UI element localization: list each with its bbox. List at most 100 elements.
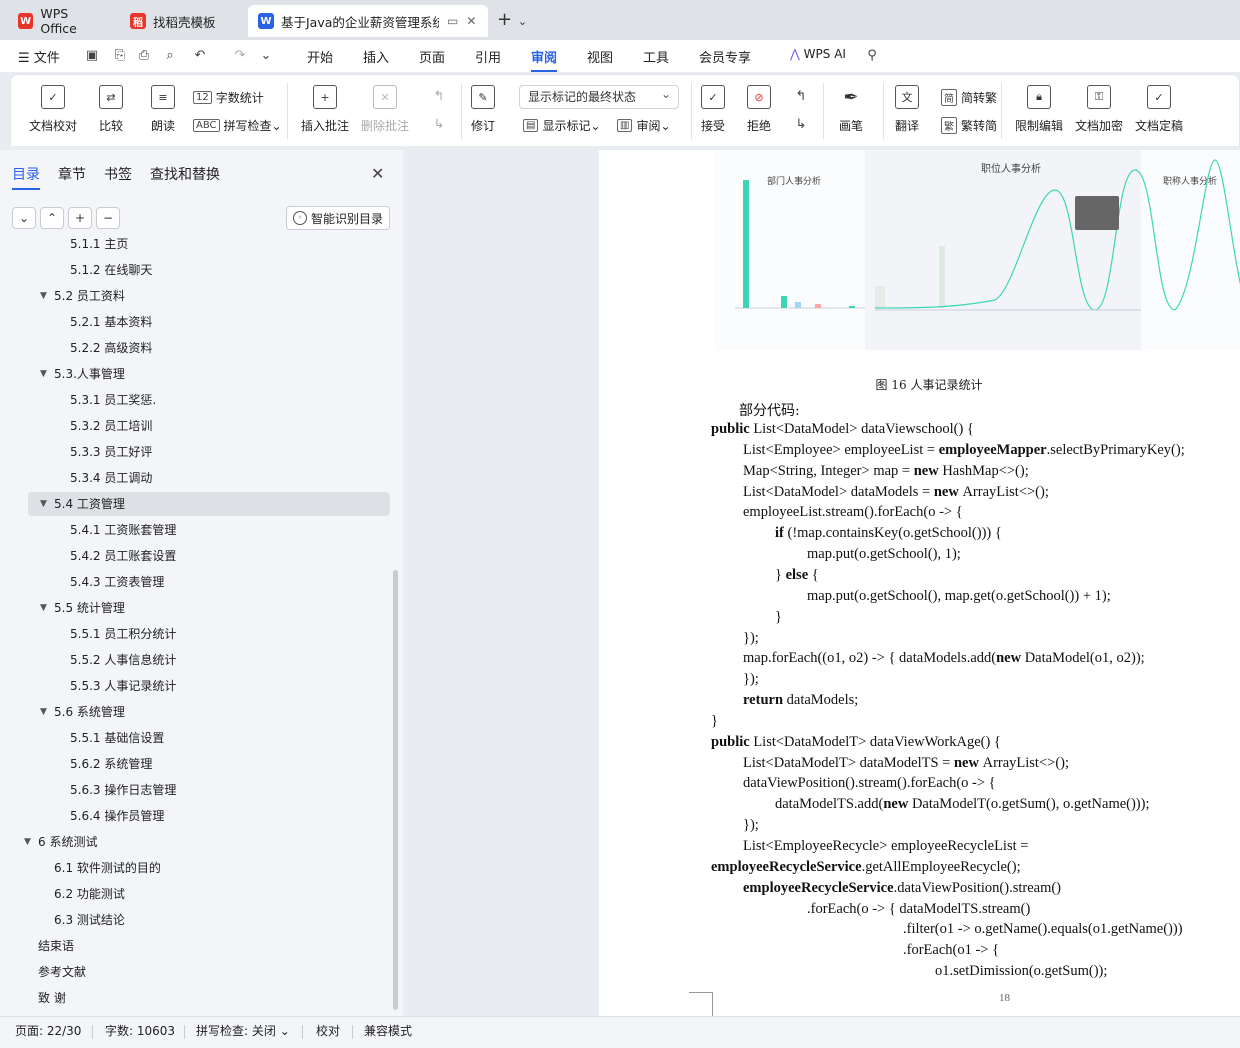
- to-simplified-button[interactable]: 繁繁转简: [941, 117, 997, 134]
- menu-references[interactable]: 引用: [475, 47, 501, 66]
- tab-find-replace[interactable]: 查找和替换: [150, 164, 220, 190]
- menu-member[interactable]: 会员专享: [699, 47, 751, 66]
- menu-view[interactable]: 视图: [587, 47, 613, 66]
- toc-item[interactable]: 5.3.2 员工培训: [0, 414, 390, 438]
- collapse-up-icon[interactable]: ⌃: [40, 207, 64, 229]
- menu-page[interactable]: 页面: [419, 47, 445, 66]
- toc-item[interactable]: 5.2.1 基本资料: [0, 310, 390, 334]
- compare-button[interactable]: ⇄ 比较: [99, 85, 123, 134]
- tab-toc[interactable]: 目录: [12, 164, 40, 190]
- print-icon[interactable]: ⎙: [136, 48, 152, 64]
- toc-item[interactable]: 5.3.4 员工调动: [0, 466, 390, 490]
- next-comment-icon[interactable]: ↳: [431, 117, 447, 133]
- menu-review[interactable]: 审阅: [531, 47, 558, 72]
- toc-item[interactable]: 5.5.1 基础信设置: [0, 726, 390, 750]
- toc-item[interactable]: 5.6.2 系统管理: [0, 752, 390, 776]
- toc-caret-icon[interactable]: ▼: [40, 596, 47, 620]
- show-markup-button[interactable]: ▤ 显示标记 ⌄: [523, 117, 601, 134]
- share-icon[interactable]: ⎘: [112, 48, 128, 64]
- more-dropdown-icon[interactable]: ⌄: [258, 48, 274, 64]
- new-tab-icon[interactable]: + ⌄: [497, 9, 527, 30]
- toc-item[interactable]: ▼ 5.6 系统管理: [0, 700, 390, 724]
- toc-item[interactable]: 5.3.1 员工奖惩.: [0, 388, 390, 412]
- accept-button[interactable]: ✓ 接受: [701, 85, 725, 134]
- toc-item[interactable]: ▼ 5.5 统计管理: [0, 596, 390, 620]
- status-page[interactable]: 页面: 22/30: [15, 1022, 81, 1039]
- wps-ai-button[interactable]: ⋀ WPS AI: [790, 47, 846, 61]
- toc-item[interactable]: 5.5.2 人事信息统计: [0, 648, 390, 672]
- toc-scrollbar[interactable]: [393, 570, 398, 1010]
- prev-change-icon[interactable]: ↰: [793, 89, 809, 105]
- review-pane-button[interactable]: ▥ 审阅 ⌄: [617, 117, 671, 134]
- toc-item[interactable]: 5.1.1 主页: [0, 238, 390, 256]
- finalize-button[interactable]: ✓ 文档定稿: [1135, 85, 1183, 134]
- toc-item[interactable]: ▼ 5.2 员工资料: [0, 284, 390, 308]
- spell-check-button[interactable]: ABC 拼写检查 ⌄: [193, 117, 282, 134]
- toc-item[interactable]: 5.4.3 工资表管理: [0, 570, 390, 594]
- translate-button[interactable]: 文翻译: [895, 85, 919, 134]
- toc-item[interactable]: 6.2 功能测试: [0, 882, 390, 906]
- toc-caret-icon[interactable]: ▼: [40, 700, 47, 724]
- delete-comment-button[interactable]: ✕ 删除批注: [361, 85, 409, 134]
- reject-button[interactable]: ⊘ 拒绝: [747, 85, 771, 134]
- toc-item[interactable]: ▼ 5.3.人事管理: [0, 362, 390, 386]
- insert-comment-button[interactable]: + 插入批注: [301, 85, 349, 134]
- toc-caret-icon[interactable]: ▼: [40, 492, 47, 516]
- toc-item[interactable]: 5.1.2 在线聊天: [0, 258, 390, 282]
- toc-item[interactable]: 5.4.2 员工账套设置: [0, 544, 390, 568]
- save-icon[interactable]: ▣: [84, 48, 100, 64]
- toc-item[interactable]: 5.2.2 高级资料: [0, 336, 390, 360]
- toc-item[interactable]: ▼ 5.4 工资管理: [28, 492, 390, 516]
- close-pane-icon[interactable]: ✕: [371, 164, 384, 183]
- toc-item[interactable]: 6.1 软件测试的目的: [0, 856, 390, 880]
- search-icon[interactable]: ⚲: [864, 48, 880, 64]
- menu-tools[interactable]: 工具: [643, 47, 669, 66]
- toc-item[interactable]: 5.5.3 人事记录统计: [0, 674, 390, 698]
- toc-item[interactable]: ▼ 6 系统测试: [0, 830, 390, 854]
- tab-docer[interactable]: 稻 找稻壳模板: [120, 5, 244, 37]
- screen-icon[interactable]: ▭: [447, 14, 458, 28]
- prev-comment-icon[interactable]: ↰: [431, 89, 447, 105]
- toc-caret-icon[interactable]: ▼: [40, 362, 47, 386]
- toc-caret-icon[interactable]: ▼: [24, 830, 31, 854]
- read-aloud-button[interactable]: ≡ 朗读: [151, 85, 175, 134]
- tab-wps-office[interactable]: W WPS Office: [8, 5, 116, 37]
- toc-item[interactable]: 5.5.1 员工积分统计: [0, 622, 390, 646]
- toc-item[interactable]: 5.6.3 操作日志管理: [0, 778, 390, 802]
- close-tab-icon[interactable]: ✕: [466, 14, 476, 28]
- next-change-icon[interactable]: ↳: [793, 117, 809, 133]
- undo-icon[interactable]: ↶: [192, 48, 208, 64]
- doc-check-button[interactable]: ✓ 文档校对: [29, 85, 77, 134]
- add-heading-icon[interactable]: +: [68, 207, 92, 229]
- revise-button[interactable]: ✎ 修订: [471, 85, 495, 134]
- file-menu[interactable]: ☰ 文件: [18, 47, 60, 66]
- restrict-edit-button[interactable]: 🔒︎ 限制编辑: [1015, 85, 1063, 134]
- toc-item[interactable]: 6.3 测试结论: [0, 908, 390, 932]
- status-spell-check[interactable]: 拼写检查: 关闭 ⌄: [196, 1022, 290, 1039]
- tab-sections[interactable]: 章节: [58, 164, 86, 190]
- menu-insert[interactable]: 插入: [363, 47, 389, 66]
- status-proof[interactable]: 校对: [316, 1022, 340, 1039]
- toc-item[interactable]: 5.6.4 操作员管理: [0, 804, 390, 828]
- encrypt-button[interactable]: ⚿ 文档加密: [1075, 85, 1123, 134]
- toc-item[interactable]: 结束语: [0, 934, 390, 958]
- expand-down-icon[interactable]: ⌄: [12, 207, 36, 229]
- toc-item[interactable]: 致 谢: [0, 986, 390, 1010]
- smart-toc-button[interactable]: ◦ 智能识别目录: [286, 206, 390, 230]
- toc-item[interactable]: 5.4.1 工资账套管理: [0, 518, 390, 542]
- code-text: List<DataModelT> dataViewWorkAge() {: [753, 733, 1001, 750]
- status-word-count[interactable]: 字数: 10603: [105, 1022, 175, 1039]
- menu-home[interactable]: 开始: [307, 47, 333, 66]
- tab-document[interactable]: W 基于Java的企业薪资管理系统 ▭ ✕: [248, 5, 488, 37]
- toc-item[interactable]: 5.3.3 员工好评: [0, 440, 390, 464]
- redo-icon[interactable]: ↷: [232, 48, 248, 64]
- pen-button[interactable]: ✒ 画笔: [839, 85, 863, 134]
- to-traditional-button[interactable]: 简简转繁: [941, 89, 997, 106]
- word-count-button[interactable]: 12 字数统计: [193, 89, 264, 106]
- tab-bookmarks[interactable]: 书签: [104, 164, 132, 190]
- remove-heading-icon[interactable]: −: [96, 207, 120, 229]
- toc-caret-icon[interactable]: ▼: [40, 284, 47, 308]
- markup-state-select[interactable]: 显示标记的最终状态: [519, 83, 679, 109]
- print-preview-icon[interactable]: ⌕: [162, 48, 178, 64]
- toc-item[interactable]: 参考文献: [0, 960, 390, 984]
